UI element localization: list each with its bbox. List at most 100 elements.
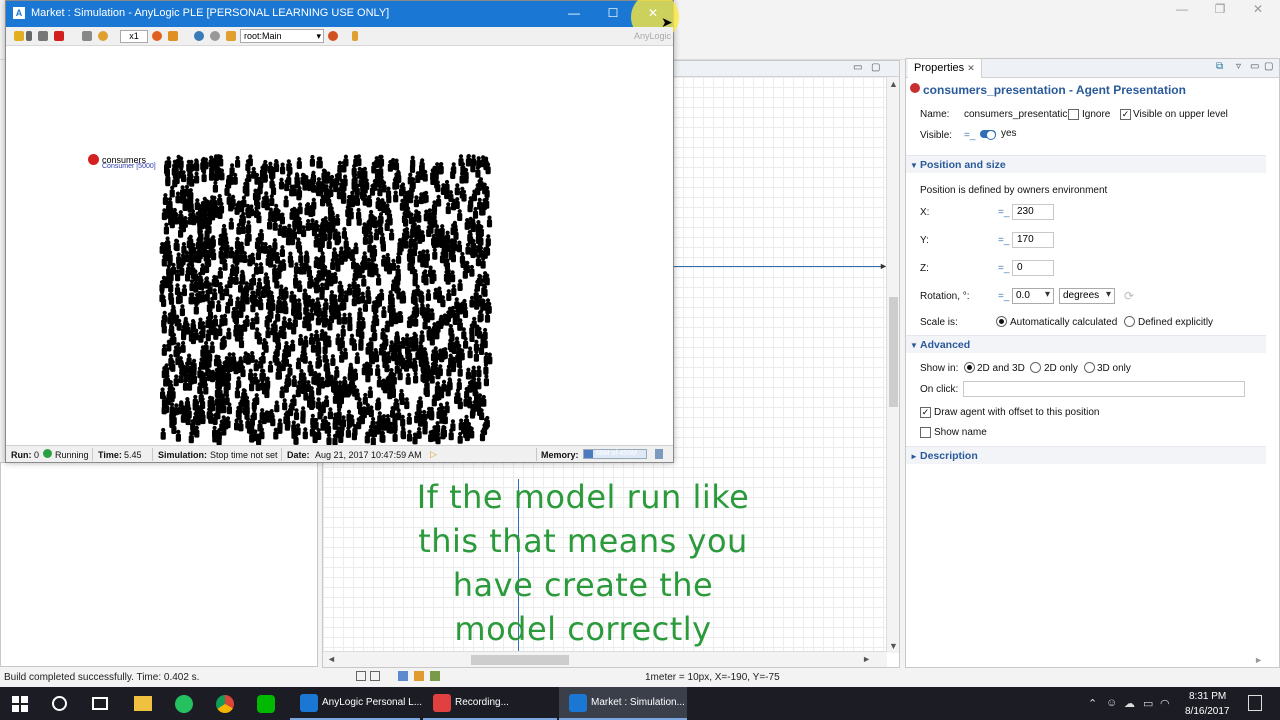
section-description[interactable]: ► Description [906,446,1266,464]
step-icon[interactable] [38,31,48,41]
windows-start-icon[interactable] [12,696,28,712]
scroll-right-icon[interactable]: ► [862,654,871,664]
simulation-canvas[interactable]: consumers Consumer [5000] [6,46,673,445]
trash-icon[interactable] [655,449,663,459]
scale-explicit-radio[interactable] [1124,316,1135,327]
clock-icon[interactable] [98,31,108,41]
dynamic-value-icon[interactable]: =_ [998,235,1009,246]
date-label: Date: [287,450,310,460]
horizontal-scrollbar[interactable]: ◄ ► [323,651,887,667]
ide-minimize-button[interactable]: — [1162,2,1202,18]
people-icon[interactable]: ☺ [1106,697,1117,709]
maximize-icon[interactable]: ▢ [871,62,880,73]
view-icon[interactable] [356,671,366,681]
view-areas-icon[interactable] [328,31,338,41]
run-mode-dropdown-icon[interactable] [26,31,32,41]
notifications-icon[interactable] [1248,695,1262,711]
tab-properties[interactable]: Properties ✕ [908,59,982,78]
visible-toggle[interactable] [980,130,996,140]
taskbar-app-recording[interactable]: Recording... [423,687,557,720]
scale-auto-radio[interactable] [996,316,1007,327]
y-field[interactable]: 170 [1012,232,1054,248]
simulation-titlebar[interactable]: A Market : Simulation - AnyLogic PLE [PE… [6,0,679,41]
search-icon[interactable] [52,696,67,711]
ignore-checkbox[interactable] [1068,109,1079,120]
show-3d-radio[interactable] [1084,362,1095,373]
dynamic-value-icon[interactable]: =_ [998,207,1009,218]
agent-population-count: Consumer [5000] [102,163,156,170]
show-name-checkbox[interactable] [920,427,931,438]
rotation-unit-select[interactable]: degrees [1059,288,1115,304]
camera-icon[interactable] [210,31,220,41]
show-2d3d-radio[interactable] [964,362,975,373]
scale-auto-label: Automatically calculated [1010,317,1118,328]
file-explorer-icon[interactable] [134,696,152,711]
stop-icon[interactable] [54,31,64,41]
grid-icon[interactable] [370,671,380,681]
dynamic-value-icon[interactable]: =_ [998,263,1009,274]
home-icon[interactable] [226,31,236,41]
scroll-left-icon[interactable]: ◄ [327,654,336,664]
ide-close-button[interactable]: ✕ [1238,2,1278,18]
scroll-up-icon[interactable]: ▲ [889,79,898,89]
slower-icon[interactable] [82,31,92,41]
show-2d-radio[interactable] [1030,362,1041,373]
anylogic-logo: AnyLogic [634,31,672,41]
pause-icon[interactable] [14,31,24,41]
sim-minimize-button[interactable]: — [559,6,589,20]
navigate-icon[interactable] [194,31,204,41]
section-advanced[interactable]: ▼ Advanced [906,335,1266,353]
refresh-icon[interactable]: ⟳ [1124,289,1134,303]
clock-time[interactable]: 8:31 PM [1189,691,1226,702]
onclick-label: On click: [920,384,959,395]
memory-bar-fill [584,450,594,458]
ide-restore-button[interactable]: ❐ [1200,2,1240,18]
sim-maximize-button[interactable]: ☐ [598,6,628,20]
vertical-scrollbar[interactable]: ▲ ▼ [886,77,899,653]
wifi-icon[interactable]: ◠ [1160,697,1170,710]
faster-icon[interactable] [152,31,162,41]
whatsapp-icon[interactable] [175,695,193,713]
offset-checkbox[interactable]: ✓ [920,407,931,418]
maximize-icon[interactable]: ▢ [1264,61,1273,72]
scroll-right-icon[interactable]: ► [1254,655,1263,665]
x-field[interactable]: 230 [1012,204,1054,220]
palette-icon[interactable] [414,671,424,681]
visible-upper-checkbox[interactable]: ✓ [1120,109,1131,120]
memory-label: Memory: [541,450,579,460]
show-2d3d-label: 2D and 3D [977,363,1025,374]
caption-line: model correctly [454,610,712,648]
caption-line: this that means you [418,522,748,560]
scroll-down-icon[interactable]: ▼ [889,641,898,651]
root-agent-select[interactable]: root:Main [240,29,324,43]
virtual-time-icon[interactable] [168,31,178,41]
layers-icon[interactable] [430,671,440,681]
vertical-scroll-thumb[interactable] [889,297,898,407]
view-menu-icon[interactable]: ▿ [1236,61,1241,72]
rotation-select[interactable]: 0.0 [1012,288,1054,304]
onclick-field[interactable] [963,381,1245,397]
minimize-icon[interactable]: ▭ [1250,61,1259,72]
section-position-and-size[interactable]: ▼ Position and size [906,155,1266,173]
horizontal-scroll-thumb[interactable] [471,655,569,665]
expand-status-icon[interactable]: ▷ [430,449,437,460]
cloud-icon[interactable]: ☁ [1124,697,1135,710]
chrome-icon[interactable] [216,695,234,713]
z-field[interactable]: 0 [1012,260,1054,276]
task-view-icon[interactable] [92,697,108,710]
taskbar-app-simulation[interactable]: Market : Simulation... [559,687,687,720]
tray-expand-icon[interactable]: ⌃ [1088,697,1097,710]
taskbar-app-anylogic[interactable]: AnyLogic Personal L... [290,687,422,720]
close-tab-icon[interactable]: ✕ [967,63,975,73]
dynamic-value-icon[interactable]: =_ [964,130,975,141]
dynamic-value-icon[interactable]: =_ [998,291,1009,302]
line-icon[interactable] [257,695,275,713]
clock-date[interactable]: 8/16/2017 [1185,706,1230,717]
battery-icon[interactable]: ▭ [1143,697,1153,710]
name-field[interactable]: consumers_presentatic [964,109,1067,120]
name-label: Name: [920,109,950,120]
zoom-icon[interactable] [398,671,408,681]
developer-panel-icon[interactable] [352,31,358,41]
new-window-icon[interactable]: ⧉ [1216,61,1223,72]
minimize-icon[interactable]: ▭ [853,62,862,73]
